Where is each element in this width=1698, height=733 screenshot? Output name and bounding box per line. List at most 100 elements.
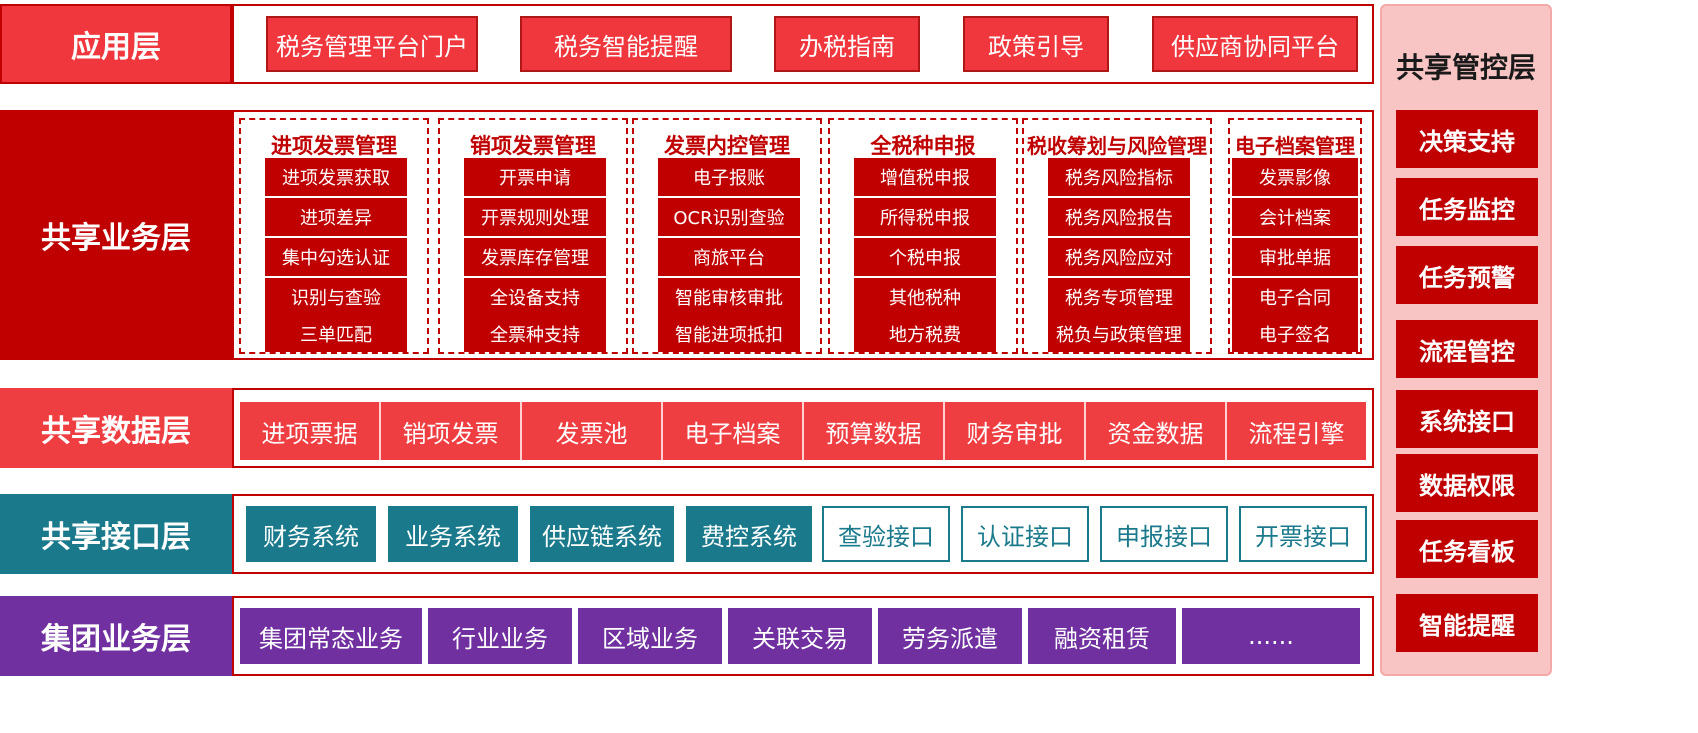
business-item-label: 会计档案: [1259, 208, 1331, 229]
app-item-tax-guide[interactable]: 办税指南: [774, 16, 920, 72]
business-item-label: 集中勾选认证: [282, 248, 390, 269]
interface-item-expense-system[interactable]: 费控系统: [686, 506, 812, 562]
data-item-label: 财务审批: [966, 419, 1063, 448]
control-layer-title: 共享管控层: [1395, 51, 1536, 84]
business-item[interactable]: 审批单据: [1232, 238, 1358, 276]
data-item-label: 发票池: [555, 419, 628, 448]
control-item-data-permission[interactable]: 数据权限: [1396, 454, 1538, 512]
control-item-label: 流程管控: [1419, 337, 1515, 366]
group-item-regional-business[interactable]: 区域业务: [578, 608, 722, 664]
group-item-label: 融资租赁: [1054, 624, 1150, 653]
control-item-decision-support[interactable]: 决策支持: [1396, 110, 1538, 168]
business-item-label: 全设备支持: [490, 288, 580, 309]
business-item[interactable]: 税务风险指标: [1048, 158, 1190, 196]
app-item-tax-portal[interactable]: 税务管理平台门户: [266, 16, 478, 72]
data-item[interactable]: 资金数据: [1084, 402, 1225, 460]
interface-item-label: 财务系统: [263, 522, 359, 551]
business-item-label: 商旅平台: [693, 248, 765, 269]
interface-item-label: 费控系统: [701, 522, 797, 551]
business-item[interactable]: 电子报账: [658, 158, 800, 196]
business-item[interactable]: 所得税申报: [854, 198, 996, 236]
business-item[interactable]: 地方税费: [854, 316, 996, 352]
group-title: 进项发票管理: [271, 134, 397, 158]
business-item-label: 智能进项抵扣: [675, 325, 783, 346]
data-item[interactable]: 电子档案: [661, 402, 802, 460]
control-item-system-interface[interactable]: 系统接口: [1396, 390, 1538, 448]
business-item[interactable]: 税务专项管理: [1048, 278, 1190, 316]
data-item[interactable]: 销项发票: [379, 402, 520, 460]
business-item[interactable]: 税负与政策管理: [1048, 316, 1190, 352]
business-item[interactable]: 税务风险应对: [1048, 238, 1190, 276]
app-item-supplier-platform[interactable]: 供应商协同平台: [1152, 16, 1358, 72]
control-item-task-monitor[interactable]: 任务监控: [1396, 178, 1538, 236]
data-item[interactable]: 财务审批: [943, 402, 1084, 460]
data-layer-items: 进项票据 销项发票 发票池 电子档案 预算数据 财务审批 资金数据 流程引擎: [240, 402, 1366, 460]
business-item[interactable]: 增值税申报: [854, 158, 996, 196]
business-item[interactable]: 智能进项抵扣: [658, 316, 800, 352]
control-item-task-alert[interactable]: 任务预警: [1396, 246, 1538, 304]
business-item[interactable]: 三单匹配: [265, 316, 407, 352]
interface-item-invoice-api[interactable]: 开票接口: [1239, 506, 1367, 562]
business-item[interactable]: 集中勾选认证: [265, 238, 407, 276]
business-item-label: 开票申请: [499, 168, 571, 189]
business-item[interactable]: 识别与查验: [265, 278, 407, 316]
data-item[interactable]: 发票池: [520, 402, 661, 460]
data-item-label: 销项发票: [402, 419, 499, 448]
interface-item-label: 申报接口: [1116, 522, 1212, 551]
app-item-policy-guide[interactable]: 政策引导: [963, 16, 1109, 72]
control-item-smart-reminder[interactable]: 智能提醒: [1396, 594, 1538, 652]
group-item-label: 区域业务: [602, 624, 698, 653]
business-item-label: 审批单据: [1259, 248, 1331, 269]
business-item[interactable]: 开票申请: [464, 158, 606, 196]
business-item[interactable]: 电子合同: [1232, 278, 1358, 316]
business-item[interactable]: 全设备支持: [464, 278, 606, 316]
group-title: 销项发票管理: [470, 134, 596, 158]
data-item[interactable]: 预算数据: [802, 402, 943, 460]
group-title: 电子档案管理: [1235, 134, 1355, 158]
business-item[interactable]: 进项差异: [265, 198, 407, 236]
business-item[interactable]: 智能审核审批: [658, 278, 800, 316]
business-item[interactable]: 进项发票获取: [265, 158, 407, 196]
group-item-finance-lease[interactable]: 融资租赁: [1028, 608, 1176, 664]
business-item[interactable]: 电子签名: [1232, 316, 1358, 352]
interface-layer-label: 共享接口层: [0, 494, 232, 574]
group-title: 全税种申报: [870, 134, 976, 158]
app-item-tax-reminder[interactable]: 税务智能提醒: [520, 16, 732, 72]
group-item-more[interactable]: ......: [1182, 608, 1360, 664]
business-item[interactable]: OCR识别查验: [658, 198, 800, 236]
business-layer-label-text: 共享业务层: [41, 221, 191, 256]
business-group-tax-declaration: 全税种申报 增值税申报 所得税申报 个税申报 其他税种 地方税费: [828, 118, 1018, 354]
interface-item-supply-chain-system[interactable]: 供应链系统: [530, 506, 674, 562]
business-item[interactable]: 税务风险报告: [1048, 198, 1190, 236]
control-item-task-board[interactable]: 任务看板: [1396, 520, 1538, 578]
business-item-label: 税负与政策管理: [1056, 325, 1182, 346]
group-item-industry-business[interactable]: 行业业务: [428, 608, 572, 664]
business-item[interactable]: 会计档案: [1232, 198, 1358, 236]
business-item-label: 全票种支持: [490, 325, 580, 346]
control-item-process-control[interactable]: 流程管控: [1396, 320, 1538, 378]
business-item[interactable]: 发票影像: [1232, 158, 1358, 196]
business-item-label: 电子签名: [1259, 325, 1331, 346]
business-item[interactable]: 开票规则处理: [464, 198, 606, 236]
interface-item-business-system[interactable]: 业务系统: [388, 506, 518, 562]
group-item-regular-business[interactable]: 集团常态业务: [240, 608, 422, 664]
data-item[interactable]: 流程引擎: [1225, 402, 1366, 460]
business-item[interactable]: 个税申报: [854, 238, 996, 276]
interface-item-verify-api[interactable]: 查验接口: [822, 506, 950, 562]
interface-item-label: 供应链系统: [542, 522, 662, 551]
data-item[interactable]: 进项票据: [240, 402, 379, 460]
business-item[interactable]: 全票种支持: [464, 316, 606, 352]
group-layer-label-text: 集团业务层: [41, 622, 191, 657]
interface-item-finance-system[interactable]: 财务系统: [246, 506, 376, 562]
business-item-label: 税务风险指标: [1065, 168, 1173, 189]
interface-item-auth-api[interactable]: 认证接口: [961, 506, 1089, 562]
data-item-label: 进项票据: [261, 419, 358, 448]
interface-item-declare-api[interactable]: 申报接口: [1100, 506, 1228, 562]
group-item-related-transaction[interactable]: 关联交易: [728, 608, 872, 664]
business-item-label: 进项发票获取: [282, 168, 390, 189]
business-item[interactable]: 其他税种: [854, 278, 996, 316]
business-item[interactable]: 商旅平台: [658, 238, 800, 276]
group-item-labor-dispatch[interactable]: 劳务派遣: [878, 608, 1022, 664]
business-item[interactable]: 发票库存管理: [464, 238, 606, 276]
interface-item-label: 查验接口: [838, 522, 934, 551]
